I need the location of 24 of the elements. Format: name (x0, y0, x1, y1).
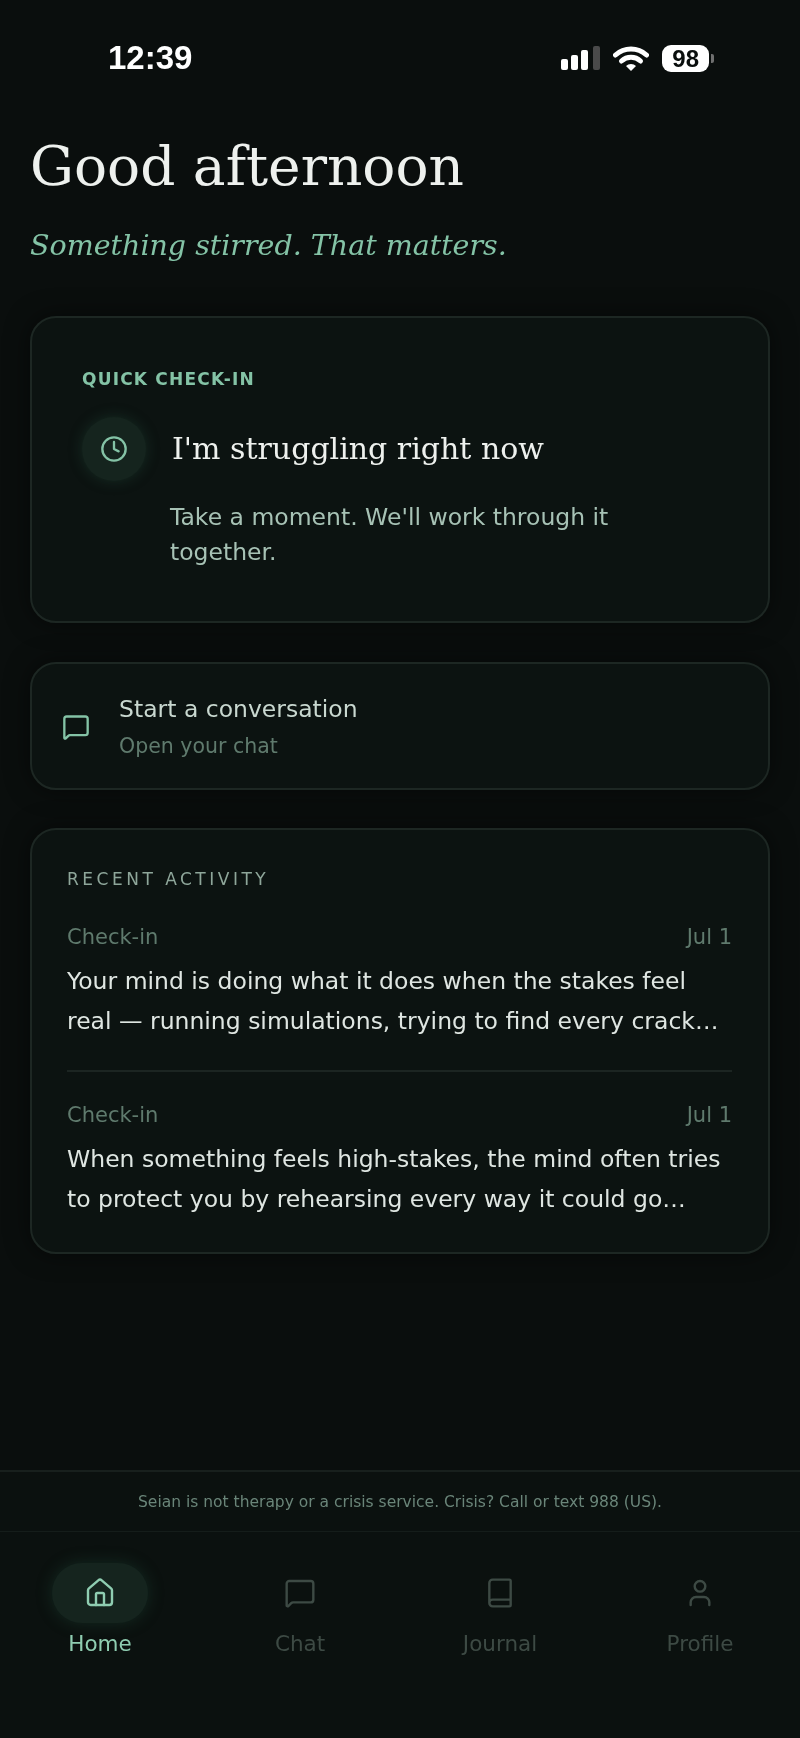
chat-bubble-icon (284, 1577, 316, 1609)
signal-icon (561, 46, 601, 70)
check-in-card[interactable]: QUICK CHECK-IN I'm struggling right now Take a moment. We'll work through it together. (30, 316, 770, 623)
check-in-title: I'm struggling right now (172, 430, 544, 468)
activity-type: Check-in (67, 1102, 159, 1128)
section-label: RECENT ACTIVITY (67, 868, 271, 890)
wifi-icon (613, 45, 650, 71)
activity-date: Jul 1 (686, 1102, 732, 1128)
status-time: 12:39 (108, 39, 193, 77)
activity-type: Check-in (67, 924, 159, 950)
conversation-subtitle: Open your chat (119, 733, 279, 760)
battery-indicator: 98 (662, 44, 714, 72)
greeting-subtitle: Something stirred. That matters. (30, 228, 508, 264)
chat-bubble-icon (62, 712, 90, 741)
disclaimer-text: Seian is not therapy or a crisis service. Crisis? Call or text 988 (US). (0, 1472, 800, 1532)
check-in-description: Take a moment. We'll work through it together. (170, 502, 610, 568)
conversation-card[interactable]: Start a conversation Open your chat (30, 662, 770, 790)
nav-tab[interactable]: Home (52, 1563, 148, 1659)
conversation-title: Start a conversation (119, 694, 358, 725)
greeting-title: Good afternoon (30, 133, 465, 200)
activity-summary[interactable]: When something feels high-stakes, the mind often tries to protect you by rehearsing every way it could go… (67, 1139, 732, 1219)
section-label: QUICK CHECK-IN (82, 368, 257, 390)
activity-date: Jul 1 (686, 924, 732, 950)
activity-summary[interactable]: Your mind is doing what it does when the stakes feel real — running simulations, trying to find every crack… (67, 961, 732, 1041)
